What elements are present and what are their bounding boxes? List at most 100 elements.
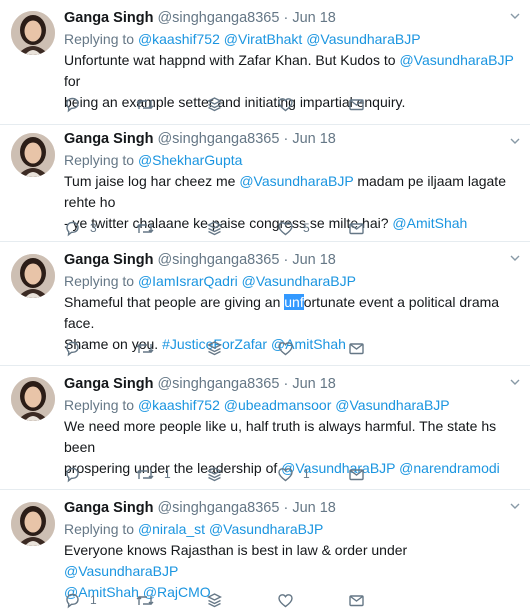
reply-button[interactable] (64, 96, 135, 113)
heart-icon (278, 341, 293, 355)
mention-link[interactable]: @ViratBhakt (224, 31, 303, 47)
tweet-header: Ganga Singh @singhganga8365 · Jun 18 (64, 375, 522, 393)
mention-link[interactable]: @kaashif752 (138, 31, 220, 47)
author-handle[interactable]: @singhganga8365 (157, 252, 279, 268)
retweet-icon (136, 595, 154, 605)
author-name[interactable]: Ganga Singh (64, 10, 153, 26)
envelope-icon (349, 468, 364, 480)
avatar[interactable] (11, 377, 55, 421)
retweet-button[interactable]: 1 (135, 466, 206, 483)
mention-link[interactable]: @ShekharGupta (138, 152, 243, 168)
retweet-count: 1 (164, 467, 171, 481)
layers-icon (207, 220, 222, 235)
replying-to: Replying to @ShekharGupta (64, 151, 522, 169)
reply-button[interactable]: 1 (64, 592, 135, 609)
selected-text[interactable]: unf (284, 294, 304, 310)
direct-message-button[interactable] (348, 220, 419, 237)
reply-icon (66, 467, 79, 482)
tweet-header: Ganga Singh @singhganga8365 · Jun 18 (64, 251, 522, 269)
reply-button[interactable] (64, 340, 135, 357)
chevron-down-icon[interactable] (510, 378, 520, 386)
avatar[interactable] (11, 254, 55, 298)
mention-link[interactable]: @nirala_st (138, 521, 205, 537)
mention-link[interactable]: @VasundharaBJP (242, 273, 356, 289)
tweet[interactable]: Ganga Singh @singhganga8365 · Jun 18 Rep… (0, 366, 530, 490)
tweet[interactable]: Ganga Singh @singhganga8365 · Jun 18 Rep… (0, 125, 530, 242)
chevron-down-icon[interactable] (510, 254, 520, 262)
share-button[interactable] (206, 592, 277, 609)
heart-icon (278, 593, 293, 607)
avatar[interactable] (11, 502, 55, 546)
tweet-actions: 1 (64, 590, 419, 610)
avatar[interactable] (11, 11, 55, 55)
direct-message-button[interactable] (348, 340, 419, 357)
mention-link[interactable]: @IamIsrarQadri (138, 273, 238, 289)
tweet[interactable]: Ganga Singh @singhganga8365 · Jun 18 Rep… (0, 0, 530, 125)
author-name[interactable]: Ganga Singh (64, 131, 153, 147)
mention-link[interactable]: @ubeadmansoor (224, 397, 332, 413)
direct-message-button[interactable] (348, 592, 419, 609)
mention-link[interactable]: @VasundharaBJP (399, 52, 513, 68)
author-handle[interactable]: @singhganga8365 (157, 131, 279, 147)
tweet[interactable]: Ganga Singh @singhganga8365 · Jun 18 Rep… (0, 490, 530, 609)
retweet-icon (136, 469, 154, 479)
like-button[interactable] (277, 96, 348, 113)
retweet-button[interactable] (135, 220, 206, 237)
author-name[interactable]: Ganga Singh (64, 252, 153, 268)
mention-link[interactable]: @VasundharaBJP (306, 31, 420, 47)
mention-link[interactable]: @VasundharaBJP (335, 397, 449, 413)
tweet-actions: 1 1 (64, 464, 419, 484)
share-button[interactable] (206, 466, 277, 483)
replying-to: Replying to @kaashif752 @ubeadmansoor @V… (64, 396, 522, 414)
author-name[interactable]: Ganga Singh (64, 376, 153, 392)
replying-to-label: Replying to (64, 397, 135, 413)
share-button[interactable] (206, 96, 277, 113)
heart-icon (278, 97, 293, 111)
avatar-photo (11, 502, 55, 546)
tweet-date[interactable]: Jun 18 (292, 10, 336, 26)
chevron-down-icon[interactable] (510, 137, 520, 145)
mention-link[interactable]: @kaashif752 (138, 397, 220, 413)
tweet-date[interactable]: Jun 18 (292, 500, 336, 516)
avatar[interactable] (11, 133, 55, 177)
reply-button[interactable] (64, 466, 135, 483)
tweet-header: Ganga Singh @singhganga8365 · Jun 18 (64, 499, 522, 517)
like-button[interactable]: 1 (277, 466, 348, 483)
separator-dot: · (283, 252, 289, 268)
author-handle[interactable]: @singhganga8365 (157, 376, 279, 392)
reply-button[interactable]: 3 (64, 220, 135, 237)
avatar-photo (11, 133, 55, 177)
tweet-actions (64, 94, 419, 114)
chevron-down-icon[interactable] (510, 12, 520, 20)
direct-message-button[interactable] (348, 466, 419, 483)
mention-link[interactable]: @VasundharaBJP (64, 563, 178, 579)
like-button[interactable] (277, 592, 348, 609)
chevron-down-icon[interactable] (510, 502, 520, 510)
retweet-button[interactable] (135, 340, 206, 357)
heart-icon (278, 467, 293, 481)
replying-to-label: Replying to (64, 273, 135, 289)
direct-message-button[interactable] (348, 96, 419, 113)
text-segment: We need more people like u, half truth i… (64, 418, 497, 455)
tweet-date[interactable]: Jun 18 (292, 131, 336, 147)
tweet-actions: 3 5 (64, 218, 419, 238)
tweet-actions (64, 338, 419, 358)
separator-dot: · (283, 376, 289, 392)
retweet-button[interactable] (135, 592, 206, 609)
author-handle[interactable]: @singhganga8365 (157, 10, 279, 26)
mention-link[interactable]: @VasundharaBJP (209, 521, 323, 537)
tweet-date[interactable]: Jun 18 (292, 376, 336, 392)
tweet-date[interactable]: Jun 18 (292, 252, 336, 268)
like-button[interactable]: 5 (277, 220, 348, 237)
tweet[interactable]: Ganga Singh @singhganga8365 · Jun 18 Rep… (0, 242, 530, 366)
retweet-button[interactable] (135, 96, 206, 113)
reply-count: 1 (90, 593, 97, 607)
text-segment: Shameful that people are giving an (64, 294, 285, 310)
share-button[interactable] (206, 220, 277, 237)
like-button[interactable] (277, 340, 348, 357)
mention-link[interactable]: @VasundharaBJP (239, 173, 353, 189)
share-button[interactable] (206, 340, 277, 357)
replying-to: Replying to @kaashif752 @ViratBhakt @Vas… (64, 30, 522, 48)
author-name[interactable]: Ganga Singh (64, 500, 153, 516)
author-handle[interactable]: @singhganga8365 (157, 500, 279, 516)
